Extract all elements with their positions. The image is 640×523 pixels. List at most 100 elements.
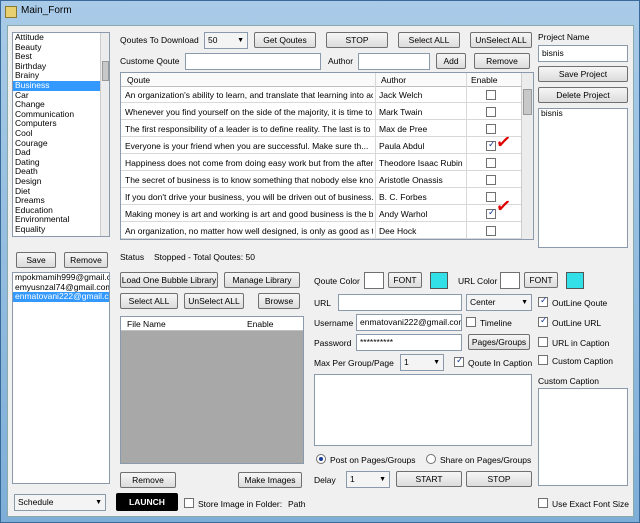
category-item[interactable]: Dreams bbox=[13, 196, 109, 206]
select-all-qoutes-button[interactable]: Select ALL bbox=[398, 32, 460, 48]
pages-groups-button[interactable]: Pages/Groups bbox=[468, 334, 530, 350]
stop-download-button[interactable]: STOP bbox=[326, 32, 388, 48]
qoute-accent-swatch[interactable] bbox=[430, 272, 448, 289]
outline-qoute-checkbox[interactable] bbox=[538, 295, 548, 307]
share-on-pages-radio[interactable] bbox=[426, 454, 436, 464]
enable-checkbox[interactable] bbox=[486, 226, 496, 236]
table-row[interactable]: An organization's ability to learn, and … bbox=[121, 87, 521, 103]
category-item[interactable]: Attitude bbox=[13, 33, 109, 43]
post-on-pages-radio[interactable] bbox=[316, 454, 326, 464]
account-item[interactable]: enmatovani222@gmail.co bbox=[13, 292, 109, 302]
enable-checkbox[interactable] bbox=[486, 107, 496, 117]
account-item[interactable]: mpokmamih999@gmail.c bbox=[13, 273, 109, 283]
qoutes-grid-scrollbar[interactable] bbox=[521, 73, 533, 239]
category-item[interactable]: Change bbox=[13, 100, 109, 110]
qoute-in-caption-checkbox[interactable] bbox=[454, 355, 464, 367]
category-item[interactable]: Computers bbox=[13, 119, 109, 129]
add-qoute-button[interactable]: Add bbox=[436, 53, 466, 69]
qoutes-grid[interactable]: Qoute Author Enable An organization's ab… bbox=[120, 72, 534, 240]
category-item[interactable]: Best bbox=[13, 52, 109, 62]
project-list[interactable]: bisnis bbox=[538, 108, 628, 248]
manage-library-button[interactable]: Manage Library bbox=[224, 272, 300, 288]
table-row[interactable]: Everyone is your friend when you are suc… bbox=[121, 138, 521, 154]
table-row[interactable]: An organization, no matter how well desi… bbox=[121, 223, 521, 239]
start-button[interactable]: START bbox=[396, 471, 462, 487]
timeline-checkbox[interactable] bbox=[466, 317, 476, 327]
category-item[interactable]: Business bbox=[13, 80, 109, 91]
category-item[interactable]: Communication bbox=[13, 110, 109, 120]
qoute-font-button[interactable]: FONT bbox=[388, 272, 422, 288]
url-color-swatch[interactable] bbox=[500, 272, 520, 289]
qoute-color-swatch[interactable] bbox=[364, 272, 384, 289]
url-font-button[interactable]: FONT bbox=[524, 272, 558, 288]
category-item[interactable]: Courage bbox=[13, 139, 109, 149]
category-item[interactable]: Beauty bbox=[13, 43, 109, 53]
align-select[interactable]: Center ▼ bbox=[466, 294, 532, 311]
project-item[interactable]: bisnis bbox=[539, 109, 627, 119]
delay-select[interactable]: 1 ▼ bbox=[346, 471, 390, 488]
category-scroll-thumb[interactable] bbox=[102, 61, 109, 81]
delete-project-button[interactable]: Delete Project bbox=[538, 87, 628, 103]
password-input[interactable]: ********** bbox=[356, 334, 462, 351]
table-row[interactable]: Happiness does not come from doing easy … bbox=[121, 155, 521, 171]
custom-caption-textarea[interactable] bbox=[538, 388, 628, 486]
custome-qoute-input[interactable] bbox=[185, 53, 321, 70]
unselect-all-files-button[interactable]: UnSelect ALL bbox=[184, 293, 244, 309]
stop-posting-button[interactable]: STOP bbox=[466, 471, 532, 487]
enable-checkbox[interactable] bbox=[486, 192, 496, 202]
url-accent-swatch[interactable] bbox=[566, 272, 584, 289]
select-all-files-button[interactable]: Select ALL bbox=[120, 293, 178, 309]
table-row[interactable]: Making money is art and working is art a… bbox=[121, 206, 521, 222]
category-item[interactable]: Death bbox=[13, 167, 109, 177]
exact-font-checkbox[interactable] bbox=[538, 498, 548, 508]
load-bubble-library-button[interactable]: Load One Bubble Library bbox=[120, 272, 218, 288]
account-list[interactable]: mpokmamih999@gmail.c emyusnzal74@gmail.co… bbox=[12, 272, 110, 484]
enable-checkbox[interactable] bbox=[486, 90, 496, 100]
category-item[interactable]: Environmental bbox=[13, 215, 109, 225]
qoutes-grid-scroll-thumb[interactable] bbox=[523, 89, 532, 115]
table-row[interactable]: Whenever you find yourself on the side o… bbox=[121, 104, 521, 120]
category-item[interactable]: Dad bbox=[13, 148, 109, 158]
custom-caption-checkbox[interactable] bbox=[538, 355, 548, 365]
make-images-button[interactable]: Make Images bbox=[238, 472, 302, 488]
get-qoutes-button[interactable]: Get Qoutes bbox=[254, 32, 316, 48]
unselect-all-qoutes-button[interactable]: UnSelect ALL bbox=[470, 32, 532, 48]
save-project-button[interactable]: Save Project bbox=[538, 66, 628, 82]
username-input[interactable]: enmatovani222@gmail.com bbox=[356, 314, 462, 331]
category-item[interactable]: Car bbox=[13, 91, 109, 101]
store-image-checkbox[interactable] bbox=[184, 498, 194, 508]
launch-button[interactable]: LAUNCH bbox=[116, 493, 178, 511]
title-bar[interactable]: Main_Form bbox=[1, 1, 639, 23]
remove-qoute-button[interactable]: Remove bbox=[474, 53, 530, 69]
outline-url-checkbox[interactable] bbox=[538, 315, 548, 327]
project-name-input[interactable]: bisnis bbox=[538, 45, 628, 62]
category-item[interactable]: Dating bbox=[13, 158, 109, 168]
url-in-caption-checkbox[interactable] bbox=[538, 337, 548, 347]
table-row[interactable]: If you don't drive your business, you wi… bbox=[121, 189, 521, 205]
qoutes-count-select[interactable]: 50 ▼ bbox=[204, 32, 248, 49]
enable-checkbox[interactable] bbox=[486, 124, 496, 134]
enable-checkbox[interactable] bbox=[486, 158, 496, 168]
category-scrollbar[interactable] bbox=[100, 33, 109, 236]
category-item[interactable]: Education bbox=[13, 206, 109, 216]
category-list[interactable]: Attitude Beauty Best Birthday Brainy Business… bbox=[12, 32, 110, 237]
category-item[interactable]: Cool bbox=[13, 129, 109, 139]
url-input[interactable] bbox=[338, 294, 462, 311]
table-row[interactable]: The secret of business is to know someth… bbox=[121, 172, 521, 188]
save-account-button[interactable]: Save bbox=[16, 252, 56, 268]
remove-file-button[interactable]: Remove bbox=[120, 472, 176, 488]
author-input[interactable] bbox=[358, 53, 430, 70]
table-row[interactable]: The first responsibility of a leader is … bbox=[121, 121, 521, 137]
category-item[interactable]: Equality bbox=[13, 225, 109, 235]
schedule-select[interactable]: Schedule ▼ bbox=[14, 494, 106, 511]
category-item[interactable]: Brainy bbox=[13, 71, 109, 81]
category-item[interactable]: Design bbox=[13, 177, 109, 187]
library-file-grid[interactable]: File Name Enable bbox=[120, 316, 304, 464]
caption-textarea[interactable] bbox=[314, 374, 532, 446]
account-item[interactable]: emyusnzal74@gmail.com bbox=[13, 283, 109, 293]
browse-button[interactable]: Browse bbox=[258, 293, 300, 309]
category-item[interactable]: Birthday bbox=[13, 62, 109, 72]
max-per-group-select[interactable]: 1 ▼ bbox=[400, 354, 444, 371]
enable-checkbox[interactable] bbox=[486, 175, 496, 185]
remove-account-button[interactable]: Remove bbox=[64, 252, 108, 268]
